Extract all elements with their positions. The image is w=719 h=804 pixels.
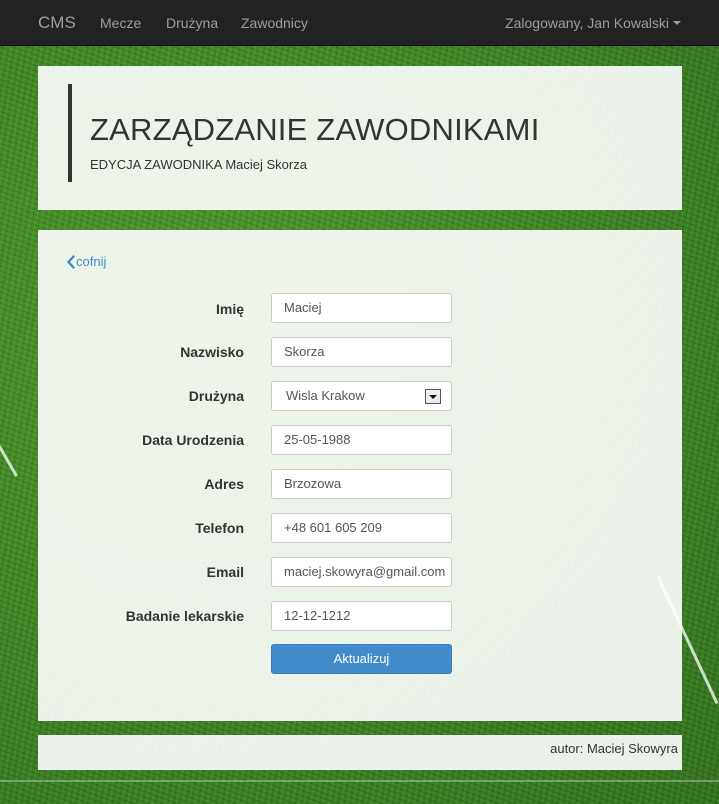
caret-down-icon xyxy=(673,21,681,25)
pitch-line xyxy=(0,780,719,782)
dropdown-arrow-icon[interactable] xyxy=(425,389,441,404)
address-input[interactable]: Brzozowa xyxy=(271,469,452,499)
email-input[interactable]: maciej.skowyra@gmail.com xyxy=(271,557,452,587)
address-label: Adres xyxy=(204,476,244,492)
medical-exam-label: Badanie lekarskie xyxy=(125,608,244,624)
medical-exam-input[interactable]: 12-12-1212 xyxy=(271,601,452,631)
brand-link[interactable]: CMS xyxy=(38,13,76,33)
update-button[interactable]: Aktualizuj xyxy=(271,644,452,674)
phone-input[interactable]: +48 601 605 209 xyxy=(271,513,452,543)
back-link[interactable]: cofnij xyxy=(76,254,106,269)
team-label: Drużyna xyxy=(188,388,244,404)
last-name-input[interactable]: Skorza xyxy=(271,337,452,367)
chevron-left-icon xyxy=(66,255,75,269)
page-header: ZARZĄDZANIE ZAWODNIKAMI EDYCJA ZAWODNIKA… xyxy=(38,66,682,210)
pitch-line xyxy=(0,423,18,477)
page-subtitle: EDYCJA ZAWODNIKA Maciej Skorza xyxy=(90,157,307,172)
first-name-input[interactable]: Maciej xyxy=(271,293,452,323)
phone-label: Telefon xyxy=(195,520,244,536)
email-label: Email xyxy=(206,564,244,580)
page-title: ZARZĄDZANIE ZAWODNIKAMI xyxy=(90,112,540,147)
edit-player-form: cofnij Imię Maciej Nazwisko Skorza Druży… xyxy=(38,230,682,721)
first-name-label: Imię xyxy=(215,301,244,317)
team-select-value: Wisla Krakow xyxy=(286,388,365,403)
birth-date-label: Data Urodzenia xyxy=(142,432,244,448)
birth-date-input[interactable]: 25-05-1988 xyxy=(271,425,452,455)
last-name-label: Nazwisko xyxy=(180,344,244,360)
author-text: autor: Maciej Skowyra xyxy=(550,741,678,756)
footer: autor: Maciej Skowyra xyxy=(38,735,682,770)
nav-link-mecze[interactable]: Mecze xyxy=(100,15,141,31)
team-select[interactable]: Wisla Krakow xyxy=(271,381,452,411)
navbar: CMS Mecze Drużyna Zawodnicy Zalogowany, … xyxy=(0,0,719,46)
user-menu-toggle[interactable]: Zalogowany, Jan Kowalski xyxy=(505,15,669,31)
nav-link-zawodnicy[interactable]: Zawodnicy xyxy=(241,15,308,31)
nav-link-druzyna[interactable]: Drużyna xyxy=(166,15,218,31)
header-accent-bar xyxy=(68,84,72,182)
